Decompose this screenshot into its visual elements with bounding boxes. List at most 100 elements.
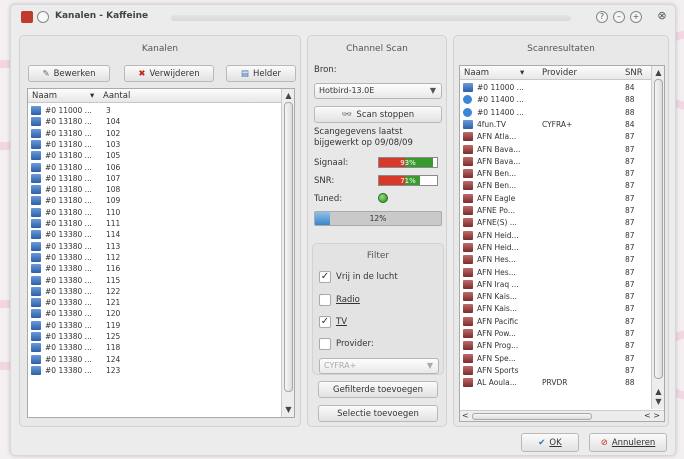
list-item[interactable]: #0 13380 ... 122 bbox=[28, 286, 280, 297]
list-item[interactable]: #0 13380 ... 124 bbox=[28, 354, 280, 365]
column-name[interactable]: Naam bbox=[32, 91, 57, 101]
radio-checkbox[interactable]: Radio bbox=[319, 294, 360, 306]
help-button[interactable]: ? bbox=[596, 11, 608, 23]
list-item[interactable]: #0 13180 ... 103 bbox=[28, 139, 280, 150]
scroll-down-icon[interactable]: ▼ bbox=[652, 397, 664, 407]
list-item[interactable]: #0 13180 ... 104 bbox=[28, 116, 280, 127]
channel-list-scrollbar[interactable]: ▲ ▼ bbox=[281, 89, 294, 417]
list-item[interactable]: AFN Ben... 87 bbox=[460, 168, 650, 179]
source-select[interactable]: Hotbird-13.0E ▼ bbox=[314, 83, 442, 99]
channel-number: 110 bbox=[106, 207, 121, 217]
list-item[interactable]: AFN Sports 87 bbox=[460, 365, 650, 376]
list-item[interactable]: AFN Bava... 87 bbox=[460, 156, 650, 167]
column-count[interactable]: Aantal bbox=[103, 91, 130, 101]
scroll-up-icon[interactable]: ▲ bbox=[282, 91, 294, 101]
list-item[interactable]: AFN Prog... 87 bbox=[460, 340, 650, 351]
list-item[interactable]: AFN Atla... 87 bbox=[460, 131, 650, 142]
list-item[interactable]: AFN Heid... 87 bbox=[460, 230, 650, 241]
scroll-thumb[interactable] bbox=[654, 79, 663, 379]
list-item[interactable]: AFN Ben... 87 bbox=[460, 180, 650, 191]
scan-progress-bar: 12% bbox=[314, 211, 442, 226]
list-item[interactable]: AFN Iraq ... 87 bbox=[460, 279, 650, 290]
scan-results-hscrollbar[interactable]: < < > bbox=[460, 410, 664, 421]
close-button[interactable]: ⊗ bbox=[656, 10, 668, 23]
list-item[interactable]: #0 13380 ... 113 bbox=[28, 241, 280, 252]
free-air-checkbox[interactable]: ✓ Vrij in de lucht bbox=[319, 271, 398, 283]
sort-chevron-icon[interactable]: ▾ bbox=[90, 91, 94, 101]
list-item[interactable]: AFN Kais... 87 bbox=[460, 303, 650, 314]
scan-results-list[interactable]: Naam ▾ Provider SNR #0 11000 ... 84 #0 114… bbox=[459, 65, 665, 422]
list-item[interactable]: #0 13380 ... 119 bbox=[28, 320, 280, 331]
list-item[interactable]: AFNE Po... 87 bbox=[460, 205, 650, 216]
scan-results-scrollbar[interactable]: ▲ ▲ ▼ bbox=[651, 66, 664, 409]
channel-number: 118 bbox=[106, 343, 121, 353]
scroll-down-icon[interactable]: ▼ bbox=[282, 405, 294, 415]
list-item[interactable]: AFN Heid... 87 bbox=[460, 242, 650, 253]
list-item[interactable]: #0 11400 ... 88 bbox=[460, 94, 650, 105]
ok-button[interactable]: ✔ OK bbox=[521, 433, 579, 452]
maximize-button[interactable]: + bbox=[630, 11, 642, 23]
list-item[interactable]: #0 13380 ... 115 bbox=[28, 275, 280, 286]
list-item[interactable]: #0 13180 ... 111 bbox=[28, 218, 280, 229]
scroll-up-icon[interactable]: ▲ bbox=[652, 68, 664, 78]
channel-list[interactable]: Naam ▾ Aantal #0 11000 ... 3 #0 13180 ... 1… bbox=[27, 88, 295, 418]
sort-chevron-icon[interactable]: ▾ bbox=[520, 68, 524, 78]
scroll-up-icon[interactable]: ▲ bbox=[652, 387, 664, 397]
add-selection-button[interactable]: Selectie toevoegen bbox=[318, 405, 438, 422]
list-item[interactable]: #0 13180 ... 105 bbox=[28, 150, 280, 161]
list-item[interactable]: #0 13380 ... 116 bbox=[28, 263, 280, 274]
list-item[interactable]: AFN Pacific 87 bbox=[460, 316, 650, 327]
column-provider[interactable]: Provider bbox=[542, 68, 577, 78]
hscroll-thumb[interactable] bbox=[472, 413, 592, 420]
add-filtered-button[interactable]: Gefilterde toevoegen bbox=[318, 381, 438, 398]
cancel-button[interactable]: ⊘ Annuleren bbox=[589, 433, 667, 452]
scroll-right-icon[interactable]: < > bbox=[644, 411, 660, 421]
list-item[interactable]: AFN Hes... 87 bbox=[460, 267, 650, 278]
provider-checkbox[interactable]: Provider: bbox=[319, 338, 374, 350]
list-item[interactable]: AL Aoula... PRVDR 88 bbox=[460, 377, 650, 388]
list-item[interactable]: #0 13180 ... 107 bbox=[28, 173, 280, 184]
list-item[interactable]: #0 11000 ... 3 bbox=[28, 105, 280, 116]
list-item[interactable]: 4fun.TV CYFRA+ 84 bbox=[460, 119, 650, 130]
list-item[interactable]: #0 13380 ... 118 bbox=[28, 342, 280, 353]
kaffeine-app-icon[interactable] bbox=[21, 11, 33, 23]
title-bar[interactable]: Kanalen - Kaffeine ? – + ⊗ bbox=[11, 5, 675, 29]
provider-select[interactable]: CYFRA+ ▼ bbox=[319, 358, 439, 374]
list-item[interactable]: #0 13180 ... 108 bbox=[28, 184, 280, 195]
pin-icon[interactable] bbox=[37, 11, 49, 23]
scan-stop-button[interactable]: 👓 Scan stoppen bbox=[314, 106, 442, 123]
list-item[interactable]: AFNE(S) ... 87 bbox=[460, 217, 650, 228]
minimize-button[interactable]: – bbox=[613, 11, 625, 23]
chevron-down-icon: ▼ bbox=[429, 86, 436, 95]
remove-button[interactable]: ✖ Verwijderen bbox=[124, 65, 214, 82]
list-item[interactable]: #0 13380 ... 125 bbox=[28, 331, 280, 342]
list-item[interactable]: AFN Hes... 87 bbox=[460, 254, 650, 265]
list-item[interactable]: #0 13380 ... 112 bbox=[28, 252, 280, 263]
list-item[interactable]: #0 13380 ... 120 bbox=[28, 308, 280, 319]
list-item[interactable]: #0 13180 ... 110 bbox=[28, 207, 280, 218]
tv-checkbox[interactable]: ✓ TV bbox=[319, 316, 347, 328]
list-item[interactable]: #0 13180 ... 102 bbox=[28, 128, 280, 139]
list-item[interactable]: AFN Spe... 87 bbox=[460, 353, 650, 364]
list-item[interactable]: #0 13180 ... 106 bbox=[28, 162, 280, 173]
list-item[interactable]: #0 13380 ... 121 bbox=[28, 297, 280, 308]
clear-button[interactable]: ▤ Helder bbox=[226, 65, 296, 82]
list-item[interactable]: AFN Kais... 87 bbox=[460, 291, 650, 302]
list-item[interactable]: AFN Pow... 87 bbox=[460, 328, 650, 339]
checkmark-icon: ✓ bbox=[319, 271, 331, 283]
list-item[interactable]: #0 13380 ... 114 bbox=[28, 229, 280, 240]
edit-button[interactable]: ✎ Bewerken bbox=[28, 65, 110, 82]
result-snr: 87 bbox=[625, 316, 635, 326]
column-snr[interactable]: SNR bbox=[625, 68, 643, 78]
channel-name: #0 13380 ... bbox=[45, 286, 92, 296]
result-snr: 87 bbox=[625, 156, 635, 166]
scroll-thumb[interactable] bbox=[284, 102, 293, 392]
list-item[interactable]: AFN Eagle 87 bbox=[460, 193, 650, 204]
list-item[interactable]: #0 11400 ... 88 bbox=[460, 107, 650, 118]
list-item[interactable]: AFN Bava... 87 bbox=[460, 144, 650, 155]
list-item[interactable]: #0 13380 ... 123 bbox=[28, 365, 280, 376]
list-item[interactable]: #0 13180 ... 109 bbox=[28, 195, 280, 206]
list-item[interactable]: #0 11000 ... 84 bbox=[460, 82, 650, 93]
scroll-left-icon[interactable]: < bbox=[462, 411, 469, 421]
column-name[interactable]: Naam bbox=[464, 68, 489, 78]
